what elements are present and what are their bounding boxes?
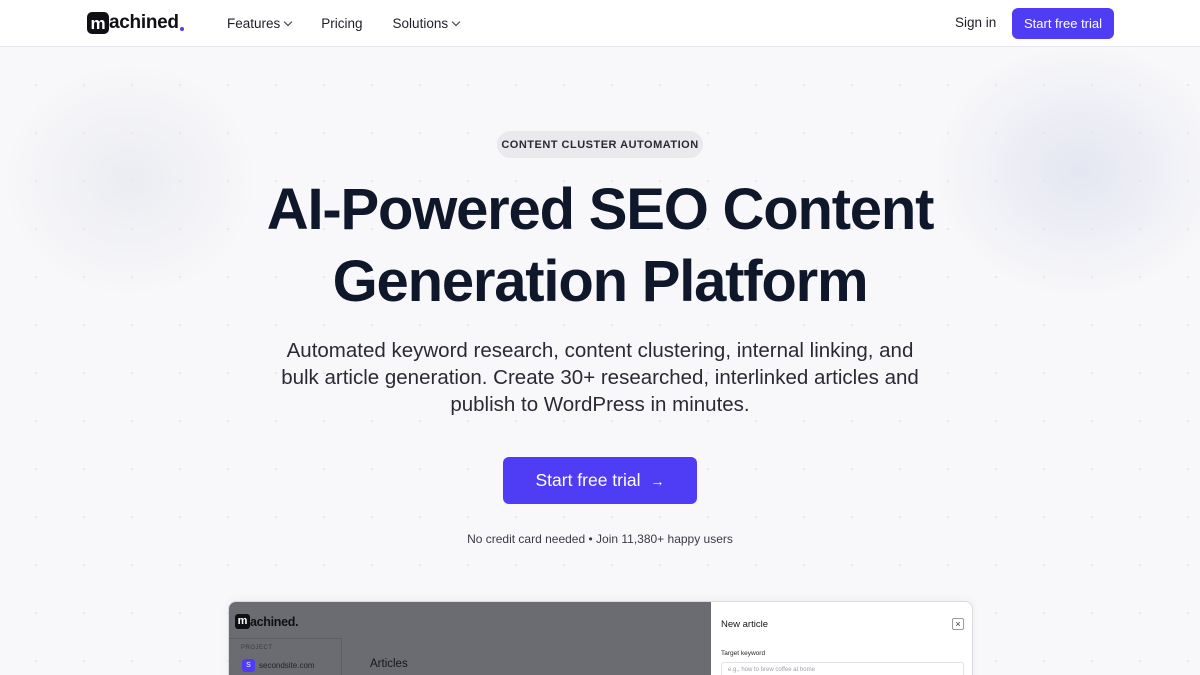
main-nav: Features Pricing Solutions <box>227 0 489 47</box>
app-preview-target-keyword-label: Target keyword <box>721 650 766 657</box>
nav-solutions-label: Solutions <box>392 16 449 31</box>
close-icon: × <box>952 618 964 630</box>
nav-features-label: Features <box>227 16 281 31</box>
app-preview: m achined. PROJECT S secondsite.com Arti… <box>228 601 973 675</box>
app-preview-new-article-panel: New article × Target keyword e.g., how t… <box>711 602 972 675</box>
hero-title: AI-Powered SEO Content Generation Platfo… <box>200 174 1000 318</box>
logo[interactable]: m achined <box>87 11 184 35</box>
app-preview-logo: m achined. <box>235 614 299 629</box>
hero-title-line-1: AI-Powered SEO Content <box>266 177 935 242</box>
hero-badge: CONTENT CLUSTER AUTOMATION <box>497 131 703 158</box>
hero-subtitle: Automated keyword research, content clus… <box>281 339 919 416</box>
sign-in-link[interactable]: Sign in <box>955 15 996 30</box>
app-preview-project-label: PROJECT <box>241 645 273 651</box>
app-preview-logo-mark: m <box>235 614 250 629</box>
app-preview-panel-title: New article <box>721 619 768 630</box>
hero-note: No credit card needed • Join 11,380+ hap… <box>467 532 733 546</box>
nav-pricing-label: Pricing <box>321 16 363 31</box>
app-preview-target-keyword-input: e.g., how to brew coffee at home <box>721 662 964 675</box>
nav-features[interactable]: Features <box>227 16 293 31</box>
logo-dot <box>179 26 184 31</box>
app-preview-articles-heading: Articles <box>370 658 408 670</box>
hero-start-trial-button[interactable]: Start free trial → <box>503 457 697 504</box>
site-header: m achined Features Pricing Solutions Sig… <box>0 0 1200 47</box>
site-icon: S <box>242 659 255 672</box>
app-preview-site-name: secondsite.com <box>259 661 315 670</box>
chevron-down-icon <box>451 17 461 27</box>
nav-pricing[interactable]: Pricing <box>321 16 362 31</box>
logo-wordmark: achined <box>109 12 179 33</box>
hero-cta-label: Start free trial <box>535 470 641 490</box>
hero-title-line-2: Generation Platform <box>332 249 869 314</box>
app-preview-site-selector: S secondsite.com <box>242 659 315 672</box>
nav-solutions[interactable]: Solutions <box>392 16 461 31</box>
app-preview-main: m achined. PROJECT S secondsite.com Arti… <box>229 602 711 675</box>
logo-mark: m <box>87 12 109 34</box>
arrow-right-icon: → <box>650 472 665 489</box>
chevron-down-icon <box>284 17 293 27</box>
header-start-trial-button[interactable]: Start free trial <box>1012 8 1114 39</box>
app-preview-logo-wordmark: achined. <box>250 614 299 629</box>
